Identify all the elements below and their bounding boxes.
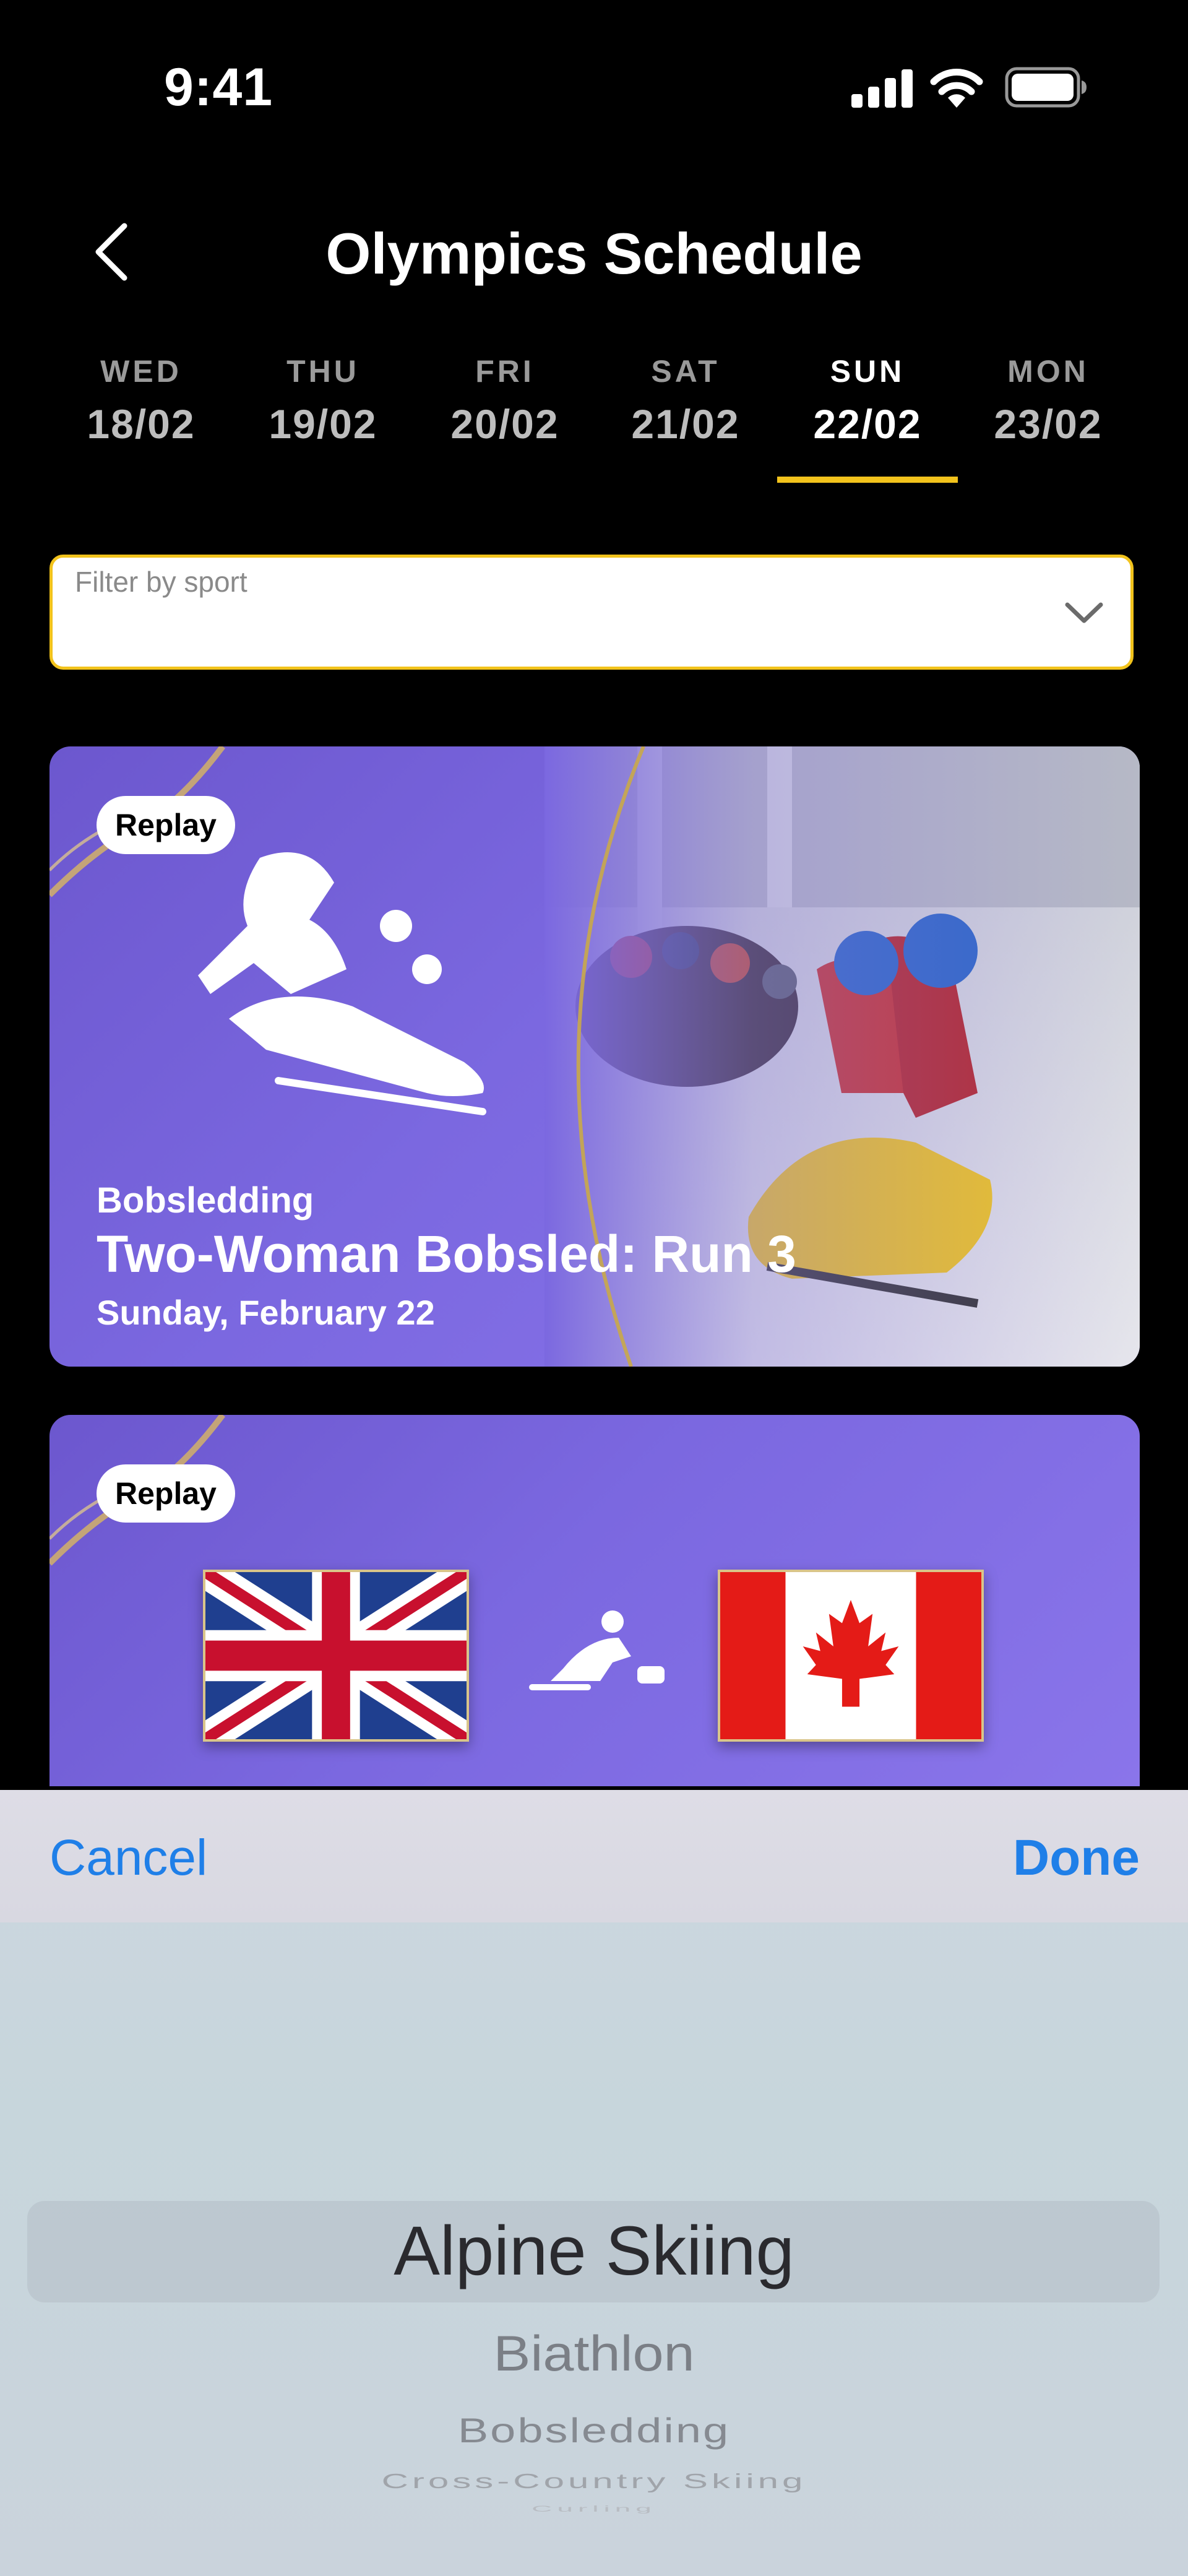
cellular-signal-icon xyxy=(851,69,913,108)
date-tab[interactable]: WED 18/02 xyxy=(51,334,231,483)
curling-icon xyxy=(529,1610,665,1690)
date-tab-day: FRI xyxy=(475,354,535,389)
date-tab-day: SAT xyxy=(651,354,720,389)
picker-option[interactable]: Cross-Country Skiing xyxy=(0,2470,1188,2494)
picker-option-selected[interactable]: Alpine Skiing xyxy=(0,2211,1188,2291)
filter-label: Filter by sport xyxy=(75,566,248,598)
date-tab-date: 22/02 xyxy=(813,401,922,447)
bobsled-icon xyxy=(198,852,486,1115)
date-tab-day: MON xyxy=(1007,354,1089,389)
cancel-button[interactable]: Cancel xyxy=(50,1827,207,1889)
date-tab[interactable]: MON 23/02 xyxy=(958,334,1138,483)
battery-icon xyxy=(1005,67,1087,108)
date-tab-date: 18/02 xyxy=(87,401,196,447)
date-tab-date: 20/02 xyxy=(450,401,559,447)
event-title: Two-Woman Bobsled: Run 3 xyxy=(97,1225,796,1283)
date-tab-selected[interactable]: SUN 22/02 xyxy=(777,334,958,483)
date-tab[interactable]: 2 xyxy=(0,334,10,483)
event-card[interactable]: Replay Bobsledding Two-Woman Bobsled: Ru… xyxy=(50,746,1140,1367)
date-tab-date: 2 xyxy=(0,340,10,384)
status-time: 9:41 xyxy=(164,58,273,117)
date-tab-date: 19/02 xyxy=(269,401,377,447)
date-tab-strip[interactable]: 2 WED 18/02 THU 19/02 FRI 20/02 SAT 21/0… xyxy=(0,334,1188,483)
date-tab[interactable]: SAT 21/02 xyxy=(595,334,776,483)
page-title: Olympics Schedule xyxy=(325,221,863,286)
replay-badge: Replay xyxy=(97,1464,235,1523)
status-bar: 9:41 xyxy=(0,0,1188,173)
date-tab[interactable]: THU 19/02 xyxy=(233,334,413,483)
date-tab-date: 23/02 xyxy=(994,401,1103,447)
date-tab-day: WED xyxy=(100,354,182,389)
done-button[interactable]: Done xyxy=(1013,1827,1140,1889)
date-tab[interactable]: FRI 20/02 xyxy=(415,334,595,483)
event-date: Sunday, February 22 xyxy=(97,1293,435,1332)
event-sport: Bobsledding xyxy=(97,1180,314,1221)
tab-underline xyxy=(777,477,958,483)
date-tab-date: 21/02 xyxy=(631,401,740,447)
picker-option[interactable]: Bobsledding xyxy=(0,2410,1188,2452)
sport-picker-sheet: Cancel Done Alpine Skiing Biathlon Bobsl… xyxy=(0,1790,1188,2576)
wifi-icon xyxy=(930,69,983,108)
date-tab-day: THU xyxy=(286,354,359,389)
sport-filter-select[interactable]: Filter by sport xyxy=(50,555,1134,670)
canada-flag xyxy=(718,1570,984,1742)
date-tab-day: SUN xyxy=(830,354,905,389)
picker-option[interactable]: Curling xyxy=(0,2504,1188,2513)
chevron-down-icon xyxy=(1065,602,1103,623)
picker-option[interactable]: Biathlon xyxy=(0,2323,1188,2385)
event-card[interactable]: Replay xyxy=(50,1415,1140,1786)
picker-toolbar: Cancel Done xyxy=(0,1790,1188,1922)
united-kingdom-flag xyxy=(203,1570,469,1742)
